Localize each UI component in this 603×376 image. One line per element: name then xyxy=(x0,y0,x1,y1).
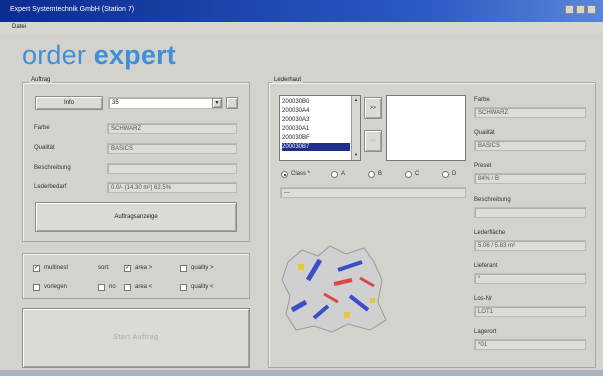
window-title: Expert Systemtechnik GmbH (Station 7) xyxy=(10,6,135,13)
move-left-button[interactable]: << xyxy=(364,130,382,152)
order-select[interactable]: 35 xyxy=(108,97,223,109)
class-d-label: D xyxy=(452,171,457,177)
class-c-radio[interactable] xyxy=(405,171,412,178)
title-bar: Expert Systemtechnik GmbH (Station 7) xyxy=(0,0,603,22)
logo-word-order: order xyxy=(22,40,87,70)
hide-preview-image xyxy=(281,245,387,333)
detail-losnr-label: Los-Nr xyxy=(474,296,493,302)
detail-lieferant-label: Lieferant xyxy=(474,263,498,269)
area-lt-label: area < xyxy=(135,284,153,290)
status-strip xyxy=(0,370,603,376)
vorlegen-label: vorlegen xyxy=(44,284,68,290)
detail-farbe-field: SCHWARZ xyxy=(474,107,586,118)
detail-preset-field: 84% / B xyxy=(474,173,586,184)
app-logo: order expert xyxy=(22,40,176,71)
multinest-label: multinest xyxy=(44,265,69,271)
hide-list[interactable]: 200030B0 200030A4 200030A3 200030A1 2000… xyxy=(279,95,361,161)
class-a-radio[interactable] xyxy=(331,171,338,178)
detail-farbe-label: Farbe xyxy=(474,97,490,103)
browse-button[interactable] xyxy=(226,97,238,109)
beschreibung-field xyxy=(107,163,237,174)
sort-label: sort: xyxy=(98,265,110,271)
lederbedarf-field: 0.0/- (14.30 m²) 62.5% xyxy=(107,182,237,193)
quality-gt-label: quality > xyxy=(191,265,214,271)
maximize-button[interactable] xyxy=(576,5,585,14)
beschreibung-label: Beschreibung xyxy=(34,165,71,171)
qualitaet-field: BASICS xyxy=(107,143,237,154)
no-checkbox[interactable] xyxy=(98,284,105,291)
class-d-radio[interactable] xyxy=(442,171,449,178)
area-lt-checkbox[interactable] xyxy=(124,284,131,291)
start-auftrag-button[interactable]: Start Auftrag xyxy=(22,308,250,368)
detail-preset-label: Preset xyxy=(474,163,492,169)
lederhaut-group-label: Lederhaut xyxy=(272,77,304,83)
selected-hides-list[interactable] xyxy=(386,95,466,161)
detail-lieferant-field: * xyxy=(474,273,586,284)
area-gt-label: area > xyxy=(135,265,153,271)
list-item[interactable]: 200030A1 xyxy=(282,125,350,133)
list-scrollbar[interactable]: ▲ ▼ xyxy=(351,96,360,160)
logo-word-expert: expert xyxy=(93,40,176,70)
info-button[interactable]: Info xyxy=(35,96,103,110)
farbe-field: SCHWARZ xyxy=(107,123,237,134)
area-gt-checkbox[interactable]: ✓ xyxy=(124,265,131,272)
class-a-label: A xyxy=(341,171,346,177)
class-b-label: B xyxy=(378,171,383,177)
detail-losnr-field: LOT1 xyxy=(474,306,586,317)
detail-beschreibung-field xyxy=(474,207,586,218)
class-c-label: C xyxy=(415,171,420,177)
options-group xyxy=(22,253,250,299)
scroll-down-icon[interactable]: ▼ xyxy=(353,152,359,158)
list-item[interactable]: 200030B0 xyxy=(282,98,350,106)
move-right-button[interactable]: >> xyxy=(364,97,382,119)
minimize-button[interactable] xyxy=(565,5,574,14)
detail-lederflaeche-label: Lederfläche xyxy=(474,230,506,236)
class-all-label: Class * xyxy=(291,171,311,177)
close-button[interactable] xyxy=(587,5,596,14)
quality-lt-checkbox[interactable] xyxy=(180,284,187,291)
detail-qualitaet-label: Qualität xyxy=(474,130,495,136)
qualitaet-label: Qualität xyxy=(34,145,55,151)
list-item[interactable]: 200030A4 xyxy=(282,107,350,115)
scroll-up-icon[interactable]: ▲ xyxy=(353,97,359,103)
hide-note-field: — xyxy=(280,187,466,198)
chevron-down-icon[interactable]: ▼ xyxy=(212,98,222,108)
auftrag-button[interactable]: Auftragsanzeige xyxy=(35,202,237,232)
list-item[interactable]: 200030A3 xyxy=(282,116,350,124)
menu-bar: Datei xyxy=(0,22,603,34)
menu-item-datei[interactable]: Datei xyxy=(12,24,26,30)
list-item[interactable]: 200030BF xyxy=(282,134,350,142)
lederbedarf-label: Lederbedarf xyxy=(34,184,67,190)
class-b-radio[interactable] xyxy=(368,171,375,178)
quality-gt-checkbox[interactable] xyxy=(180,265,187,272)
detail-lagerort-field: *01 xyxy=(474,339,586,350)
farbe-label: Farbe xyxy=(34,125,50,131)
auftrag-group-label: Auftrag xyxy=(29,77,53,83)
order-select-value: 35 xyxy=(112,100,119,106)
list-item-selected[interactable]: 200030B7 xyxy=(282,143,350,151)
multinest-checkbox[interactable]: ✓ xyxy=(33,265,40,272)
class-all-radio[interactable] xyxy=(281,171,288,178)
vorlegen-checkbox[interactable] xyxy=(33,284,40,291)
detail-qualitaet-field: BASICS xyxy=(474,140,586,151)
quality-lt-label: quality < xyxy=(191,284,214,290)
detail-beschreibung-label: Beschreibung xyxy=(474,197,511,203)
detail-lederflaeche-field: 5.06 / 5.83 m² xyxy=(474,240,586,251)
detail-lagerort-label: Lagerort xyxy=(474,329,497,335)
no-label: no xyxy=(109,284,116,290)
